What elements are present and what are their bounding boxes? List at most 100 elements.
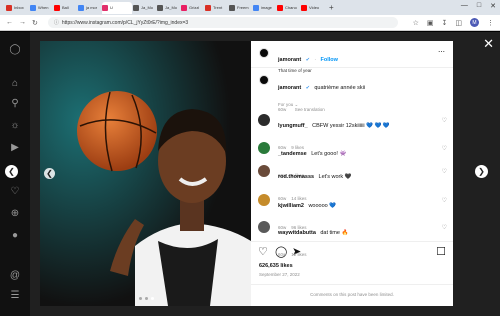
browser-tab[interactable]: Grizzl xyxy=(181,2,204,14)
post-header: jamorant ✔ · Follow That time of year xyxy=(278,57,338,73)
tab-favicon-icon xyxy=(78,4,84,11)
comment-text: Let's work 🖤 xyxy=(318,174,352,180)
comment-avatar[interactable] xyxy=(258,114,270,126)
post-subtitle: That time of year xyxy=(278,68,312,73)
tab-label: When xyxy=(38,5,49,10)
browser-tab[interactable]: Video xyxy=(301,2,324,14)
like-heart-icon[interactable]: ♡ xyxy=(258,245,268,258)
tab-favicon-icon xyxy=(133,4,139,11)
see-translation-link[interactable]: See translation xyxy=(295,107,325,112)
comment-avatar[interactable] xyxy=(258,194,270,206)
post-photo-illustration xyxy=(40,41,251,306)
for-you-filter[interactable]: For you ⌄ xyxy=(278,102,298,108)
notifications-heart-icon[interactable]: ♡ xyxy=(9,186,21,198)
follow-button[interactable]: Follow xyxy=(320,57,337,63)
tab-label: Ball xyxy=(62,5,69,10)
back-icon[interactable]: ← xyxy=(6,19,13,26)
browser-tab[interactable]: image xyxy=(253,2,276,14)
comment-like-heart-icon[interactable]: ♡ xyxy=(442,145,447,152)
comment-likes[interactable]: 12 likes xyxy=(291,252,306,257)
download-icon[interactable]: ↧ xyxy=(442,19,448,27)
footer-divider xyxy=(251,284,453,285)
comment-like-heart-icon[interactable]: ♡ xyxy=(442,117,447,124)
threads-icon[interactable]: @ xyxy=(9,270,21,282)
toolbar-actions: ☆ ▣ ↧ ◫ M ⋮ xyxy=(413,18,494,27)
save-bookmark-icon[interactable]: ☐ xyxy=(436,245,446,258)
post-photo xyxy=(40,41,251,306)
carousel-dot-active[interactable] xyxy=(151,297,154,300)
browser-tab[interactable]: U xyxy=(102,1,132,14)
author-username[interactable]: jamorant xyxy=(278,57,301,63)
tab-label: Trent xyxy=(213,5,223,10)
comment-username[interactable]: _tandemse xyxy=(278,151,307,157)
tab-favicon-icon xyxy=(54,4,60,11)
comment-text: dat time 🔥 xyxy=(320,230,349,236)
browser-tab[interactable]: Freem xyxy=(229,2,252,14)
carousel-dot[interactable] xyxy=(139,297,142,300)
likes-count[interactable]: 626,635 likes xyxy=(259,263,293,269)
tab-label: ja mor xyxy=(86,5,98,10)
menu-icon[interactable]: ⋮ xyxy=(487,19,494,27)
tab-label: Chano xyxy=(285,5,297,10)
reels-icon[interactable]: ▶ xyxy=(9,142,21,154)
tab-favicon-icon xyxy=(157,4,163,11)
reload-icon[interactable]: ↻ xyxy=(32,19,38,27)
carousel-dots xyxy=(139,297,154,300)
browser-tab[interactable]: Trent xyxy=(205,2,228,14)
more-menu-icon[interactable]: ☰ xyxy=(9,290,21,302)
explore-icon[interactable]: ☼ xyxy=(9,120,21,132)
next-post-arrow-icon[interactable]: ❯ xyxy=(475,165,488,178)
profile-avatar[interactable]: M xyxy=(470,18,479,27)
side-panel-icon[interactable]: ◫ xyxy=(455,19,462,27)
browser-tab[interactable]: Ja_Mo xyxy=(157,2,180,14)
caption-text: quatrième année skii xyxy=(314,85,366,91)
new-tab-icon[interactable]: + xyxy=(329,3,334,12)
comments-limited-notice: Comments on this post have been limited. xyxy=(310,292,394,297)
maximize-icon[interactable]: □ xyxy=(477,2,481,10)
close-modal-icon[interactable]: ✕ xyxy=(483,36,494,52)
home-icon[interactable]: ⌂ xyxy=(9,78,21,90)
browser-tab[interactable]: Chano xyxy=(277,2,300,14)
comment-item: rod.thomasss Let's work 🖤 60w 14 likes ♡ xyxy=(258,165,447,201)
comment-like-heart-icon[interactable]: ♡ xyxy=(442,197,447,204)
minimize-icon[interactable]: — xyxy=(461,2,468,10)
comment-avatar[interactable] xyxy=(258,165,270,177)
comment-avatar[interactable] xyxy=(258,142,270,154)
carousel-dot[interactable] xyxy=(145,297,148,300)
comment-text: Let's gooo! 👾 xyxy=(311,151,347,157)
prev-image-arrow-icon[interactable]: ❮ xyxy=(44,168,55,179)
url-input[interactable]: ⓘ https://www.instagram.com/p/CL_jYyZt0r… xyxy=(47,17,398,28)
comment-username[interactable]: rod.thomasss xyxy=(278,174,314,180)
comment-like-heart-icon[interactable]: ♡ xyxy=(442,168,447,175)
close-window-icon[interactable]: ✕ xyxy=(490,2,496,10)
search-icon[interactable]: ⚲ xyxy=(9,98,21,110)
comment-username[interactable]: waywitdabutta xyxy=(278,230,316,236)
browser-tab[interactable]: When xyxy=(30,2,53,14)
browser-tab[interactable]: Inbox xyxy=(6,2,29,14)
caption-username[interactable]: jamorant xyxy=(278,85,301,91)
prev-post-arrow-icon[interactable]: ❮ xyxy=(5,165,18,178)
comment-username[interactable]: kjwilliam2 xyxy=(278,203,304,209)
instagram-logo-icon[interactable]: ◯ xyxy=(9,44,21,56)
comment-item: waywitdabutta dat time 🔥 60w 12 likes ♡ xyxy=(258,221,447,257)
browser-tab[interactable]: Ja_Mo xyxy=(133,2,156,14)
extensions-icon[interactable]: ▣ xyxy=(427,19,434,27)
address-bar: ← → ↻ ⓘ https://www.instagram.com/p/CL_j… xyxy=(0,15,500,31)
more-options-icon[interactable]: ⋯ xyxy=(438,48,445,56)
browser-tab[interactable]: ja mor xyxy=(78,2,101,14)
comment-username[interactable]: lyungmuff_ xyxy=(278,123,308,129)
create-icon[interactable]: ⊕ xyxy=(9,208,21,220)
site-info-icon[interactable]: ⓘ xyxy=(54,19,59,26)
browser-tab[interactable]: Ball xyxy=(54,2,77,14)
caption: jamorant ✔ quatrième année skii 60w See … xyxy=(278,76,365,116)
comment-avatar[interactable] xyxy=(258,221,270,233)
forward-icon[interactable]: → xyxy=(19,19,26,26)
post-details-panel: jamorant ✔ · Follow That time of year ⋯ … xyxy=(251,41,453,306)
comment-like-heart-icon[interactable]: ♡ xyxy=(442,224,447,231)
author-avatar[interactable] xyxy=(259,48,269,58)
profile-icon[interactable]: ● xyxy=(9,230,21,242)
bookmark-star-icon[interactable]: ☆ xyxy=(413,19,419,27)
caption-avatar[interactable] xyxy=(259,75,269,85)
tab-favicon-icon xyxy=(229,4,235,11)
comment-item: lyungmuff_ CBFW yessir 12skiiiiii 💙 💙 💙 6… xyxy=(258,114,447,150)
